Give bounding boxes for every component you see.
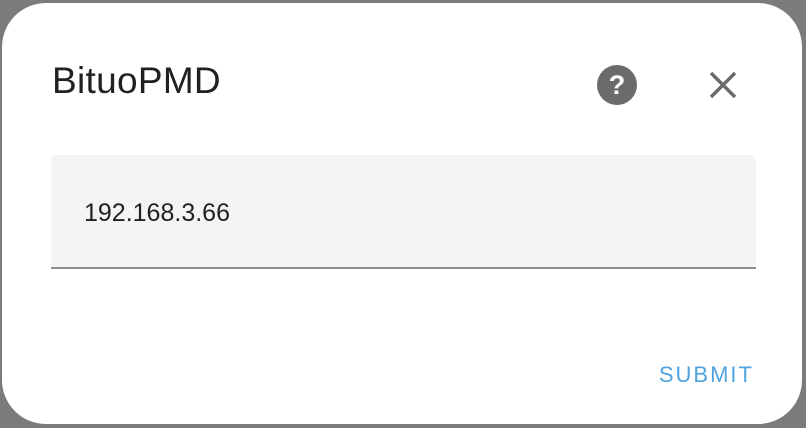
svg-text:?: ? — [609, 70, 626, 100]
close-icon — [709, 71, 737, 99]
config-dialog: BituoPMD ? SUBMIT — [2, 3, 802, 424]
host-input[interactable] — [84, 193, 704, 233]
help-circle-icon: ? — [597, 65, 637, 105]
help-button[interactable]: ? — [592, 60, 642, 110]
submit-button[interactable]: SUBMIT — [640, 353, 770, 397]
host-field[interactable] — [51, 155, 756, 269]
close-button[interactable] — [698, 60, 748, 110]
dialog-title: BituoPMD — [52, 60, 221, 101]
